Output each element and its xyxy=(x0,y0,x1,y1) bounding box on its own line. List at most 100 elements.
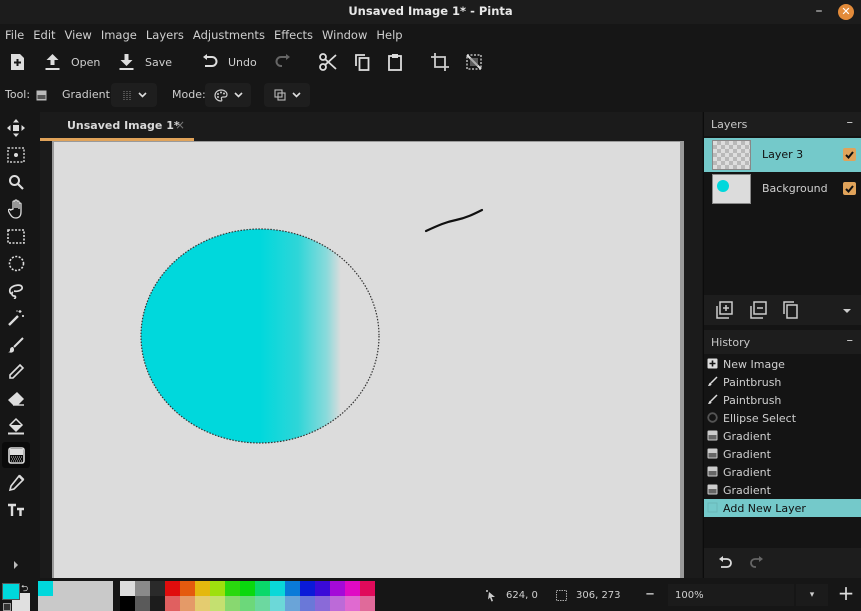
image-canvas[interactable] xyxy=(54,142,680,578)
history-item[interactable]: Paintbrush xyxy=(704,373,861,391)
palette-swatch[interactable] xyxy=(150,581,165,596)
palette-swatch[interactable] xyxy=(330,596,345,611)
tool-pencil[interactable] xyxy=(2,359,30,385)
palette-swatch[interactable] xyxy=(195,581,210,596)
primary-color-swatch[interactable] xyxy=(2,583,20,600)
menu-image[interactable]: Image xyxy=(96,26,141,46)
history-item[interactable]: Gradient xyxy=(704,463,861,481)
history-undo-icon[interactable] xyxy=(717,556,733,571)
duplicate-layer-button[interactable] xyxy=(782,301,800,319)
palette-swatch[interactable] xyxy=(270,581,285,596)
tool-zoom[interactable] xyxy=(2,169,30,195)
palette-swatch[interactable] xyxy=(255,596,270,611)
palette-swatch[interactable] xyxy=(360,596,375,611)
history-item[interactable]: New Image xyxy=(704,355,861,373)
tool-color-picker[interactable] xyxy=(2,470,30,496)
palette-swatch[interactable] xyxy=(285,581,300,596)
palette-swatch[interactable] xyxy=(165,581,180,596)
tool-gradient[interactable] xyxy=(2,442,30,468)
palette-swatch[interactable] xyxy=(120,581,135,596)
palette-swatch[interactable] xyxy=(315,581,330,596)
delete-layer-button[interactable] xyxy=(749,301,767,319)
history-item[interactable]: Gradient xyxy=(704,427,861,445)
palette-swatch[interactable] xyxy=(270,596,285,611)
layer-menu-button[interactable] xyxy=(838,301,856,319)
paste-button[interactable] xyxy=(387,48,403,76)
mode-dropdown[interactable] xyxy=(205,83,251,107)
save-button[interactable]: Save xyxy=(118,48,172,76)
redo-button[interactable] xyxy=(275,48,292,76)
layer-item[interactable]: Layer 3 xyxy=(704,138,861,172)
tab-close-button[interactable]: × xyxy=(175,118,185,132)
palette-swatch[interactable] xyxy=(120,596,135,611)
palette-swatch[interactable] xyxy=(285,596,300,611)
undo-button[interactable]: Undo xyxy=(201,48,257,76)
copy-button[interactable] xyxy=(354,48,371,76)
recent-color-swatch[interactable] xyxy=(38,581,53,596)
add-layer-button[interactable] xyxy=(715,301,733,319)
blend-mode-dropdown[interactable] xyxy=(264,83,310,107)
cut-button[interactable] xyxy=(319,48,337,76)
palette-swatch[interactable] xyxy=(345,596,360,611)
gradient-type-dropdown[interactable] xyxy=(111,83,157,107)
tool-text[interactable] xyxy=(2,497,30,523)
tool-paint-bucket[interactable] xyxy=(2,413,30,439)
expand-tools-button[interactable] xyxy=(8,558,24,572)
palette-swatch[interactable] xyxy=(225,596,240,611)
palette-swatch[interactable] xyxy=(180,596,195,611)
zoom-dropdown-button[interactable]: ▾ xyxy=(796,584,828,606)
palette-swatch[interactable] xyxy=(180,581,195,596)
layer-visibility-checkbox[interactable] xyxy=(843,182,856,195)
layer-visibility-checkbox[interactable] xyxy=(843,148,856,161)
menu-layers[interactable]: Layers xyxy=(141,26,188,46)
palette-swatch[interactable] xyxy=(300,596,315,611)
zoom-in-button[interactable]: + xyxy=(836,581,856,607)
tool-paintbrush[interactable] xyxy=(2,332,30,358)
tool-ellipse-select[interactable] xyxy=(2,250,30,276)
menu-file[interactable]: File xyxy=(0,26,28,46)
palette-swatch[interactable] xyxy=(330,581,345,596)
menu-effects[interactable]: Effects xyxy=(269,26,317,46)
palette-swatch[interactable] xyxy=(135,596,150,611)
reset-colors-icon[interactable] xyxy=(3,603,11,611)
tool-move-selected[interactable] xyxy=(2,115,30,141)
tab-unsaved-image[interactable]: Unsaved Image 1* × xyxy=(40,112,194,141)
history-item[interactable]: Gradient xyxy=(704,445,861,463)
swap-colors-icon[interactable]: ⮌ xyxy=(21,581,28,597)
history-item[interactable]: Paintbrush xyxy=(704,391,861,409)
zoom-level-input[interactable]: 100% xyxy=(668,584,794,606)
history-collapse-button[interactable]: – xyxy=(847,333,854,348)
palette-swatch[interactable] xyxy=(240,581,255,596)
palette-swatch[interactable] xyxy=(360,581,375,596)
tool-move-selection[interactable] xyxy=(2,142,30,168)
new-image-button[interactable] xyxy=(9,48,26,76)
palette-swatch[interactable] xyxy=(300,581,315,596)
palette-swatch[interactable] xyxy=(195,596,210,611)
tool-lasso-select[interactable] xyxy=(2,277,30,303)
history-redo-icon[interactable] xyxy=(749,556,765,571)
minimize-button[interactable]: – xyxy=(812,2,826,20)
deselect-button[interactable] xyxy=(466,48,482,76)
palette-swatch[interactable] xyxy=(210,596,225,611)
layer-item[interactable]: Background xyxy=(704,172,861,206)
palette-swatch[interactable] xyxy=(240,596,255,611)
history-item[interactable]: Gradient xyxy=(704,481,861,499)
zoom-out-button[interactable]: – xyxy=(640,583,660,605)
palette-swatch[interactable] xyxy=(315,596,330,611)
tool-eraser[interactable] xyxy=(2,386,30,412)
history-item[interactable]: Add New Layer xyxy=(704,499,861,517)
tool-pan[interactable] xyxy=(2,196,30,222)
tool-rectangle-select[interactable] xyxy=(2,223,30,249)
layers-collapse-button[interactable]: – xyxy=(847,115,854,130)
history-item[interactable]: Ellipse Select xyxy=(704,409,861,427)
palette-swatch[interactable] xyxy=(150,596,165,611)
palette-swatch[interactable] xyxy=(135,581,150,596)
palette-swatch[interactable] xyxy=(225,581,240,596)
close-button[interactable]: ✕ xyxy=(838,4,854,20)
menu-help[interactable]: Help xyxy=(371,26,406,46)
menu-adjustments[interactable]: Adjustments xyxy=(188,26,269,46)
menu-edit[interactable]: Edit xyxy=(28,26,59,46)
menu-view[interactable]: View xyxy=(60,26,96,46)
open-button[interactable]: Open xyxy=(44,48,100,76)
crop-button[interactable] xyxy=(431,48,449,76)
